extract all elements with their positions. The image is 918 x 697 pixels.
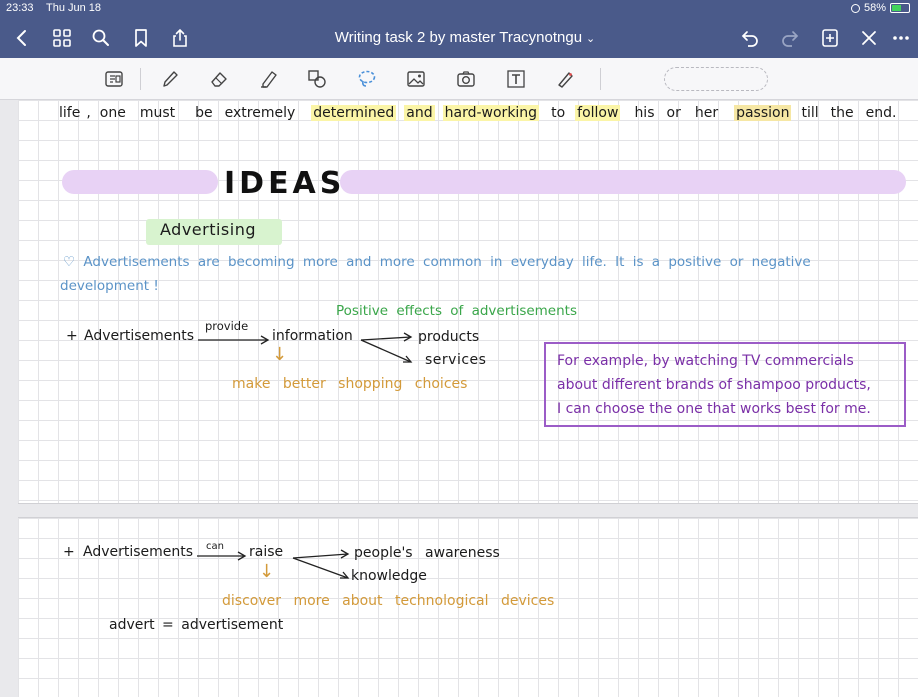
- add-page-icon: [822, 29, 838, 47]
- example-box: For example, by watching TV commercials …: [544, 342, 906, 427]
- battery-fill: [892, 5, 902, 11]
- reader-mode-icon: [105, 71, 123, 87]
- document-title-text: Writing task 2 by master Tracynotngu: [334, 29, 583, 46]
- pen-tool[interactable]: [158, 67, 182, 91]
- chevron-left-icon: [16, 30, 26, 46]
- toolbar-divider: [600, 68, 601, 90]
- bookmark-icon: [135, 29, 147, 47]
- wifi-icon: [850, 3, 860, 13]
- notebook-page-1[interactable]: life, one must be extremely determined and hard…: [18, 100, 918, 504]
- laser-pointer-tool[interactable]: [553, 67, 577, 91]
- text-tool[interactable]: [504, 67, 528, 91]
- laser-pointer-icon: [558, 72, 573, 88]
- close-button[interactable]: [857, 26, 881, 50]
- example-line-1: For example, by watching TV commercials: [557, 353, 854, 369]
- notebook-page-2[interactable]: + Advertisements can raise people's awar…: [18, 517, 918, 697]
- page2-arrows: [197, 549, 350, 579]
- camera-tool[interactable]: [454, 67, 478, 91]
- close-icon: [862, 31, 876, 45]
- reader-mode-button[interactable]: [102, 67, 126, 91]
- battery-indicator: 58%: [850, 2, 910, 14]
- more-icon: [893, 36, 909, 40]
- eraser-icon: [211, 72, 227, 87]
- goodnotes-app: 23:33 Thu Jun 18 58% Writing task 2 by m…: [0, 0, 918, 697]
- share-button[interactable]: [168, 26, 192, 50]
- text-icon: [507, 70, 525, 88]
- highlighter-tool[interactable]: [256, 67, 280, 91]
- arrow-to-knowledge: [292, 557, 349, 579]
- highlighter-icon: [261, 71, 277, 88]
- pen-icon: [163, 71, 178, 87]
- redo-icon: [782, 31, 799, 47]
- add-page-button[interactable]: [818, 26, 842, 50]
- grid-button[interactable]: [50, 26, 74, 50]
- status-bar: 23:33 Thu Jun 18 58%: [0, 0, 918, 18]
- image-icon: [407, 71, 425, 87]
- example-line-3: I can choose the one that works best for…: [557, 401, 871, 417]
- image-tool[interactable]: [404, 67, 428, 91]
- status-date: Thu Jun 18: [46, 2, 102, 14]
- shapes-icon: [308, 70, 326, 88]
- more-button[interactable]: [888, 26, 914, 50]
- share-icon: [173, 28, 187, 47]
- lasso-icon: [358, 70, 376, 87]
- redo-button[interactable]: [778, 26, 802, 50]
- search-icon: [92, 29, 109, 46]
- shapes-tool[interactable]: [305, 67, 329, 91]
- navigation-row: Writing task 2 by master Tracynotngu ⌄: [0, 18, 918, 58]
- eraser-tool[interactable]: [207, 67, 231, 91]
- lasso-tool[interactable]: [355, 67, 379, 91]
- chevron-down-icon: ⌄: [586, 33, 596, 45]
- camera-icon: [457, 71, 475, 87]
- grid-icon: [53, 29, 71, 47]
- arrow-to-products: [360, 336, 412, 341]
- undo-icon: [741, 31, 758, 47]
- undo-button[interactable]: [738, 26, 762, 50]
- page1-arrows: [198, 332, 413, 363]
- toolbar-divider: [140, 68, 141, 90]
- arrow-to-awareness: [292, 553, 349, 559]
- arrow-to-services: [360, 339, 412, 363]
- battery-icon: [890, 3, 910, 13]
- back-button[interactable]: [10, 26, 34, 50]
- bookmark-button[interactable]: [129, 26, 153, 50]
- battery-percent: 58%: [863, 2, 886, 14]
- top-bar: 23:33 Thu Jun 18 58% Writing task 2 by m…: [0, 0, 918, 58]
- status-time: 23:33: [6, 2, 34, 14]
- example-line-2: about different brands of shampoo produc…: [557, 377, 871, 393]
- document-title[interactable]: Writing task 2 by master Tracynotngu ⌄: [300, 29, 630, 46]
- search-button[interactable]: [89, 26, 113, 50]
- tool-options-placeholder[interactable]: [664, 67, 768, 91]
- tool-bar: [0, 58, 918, 100]
